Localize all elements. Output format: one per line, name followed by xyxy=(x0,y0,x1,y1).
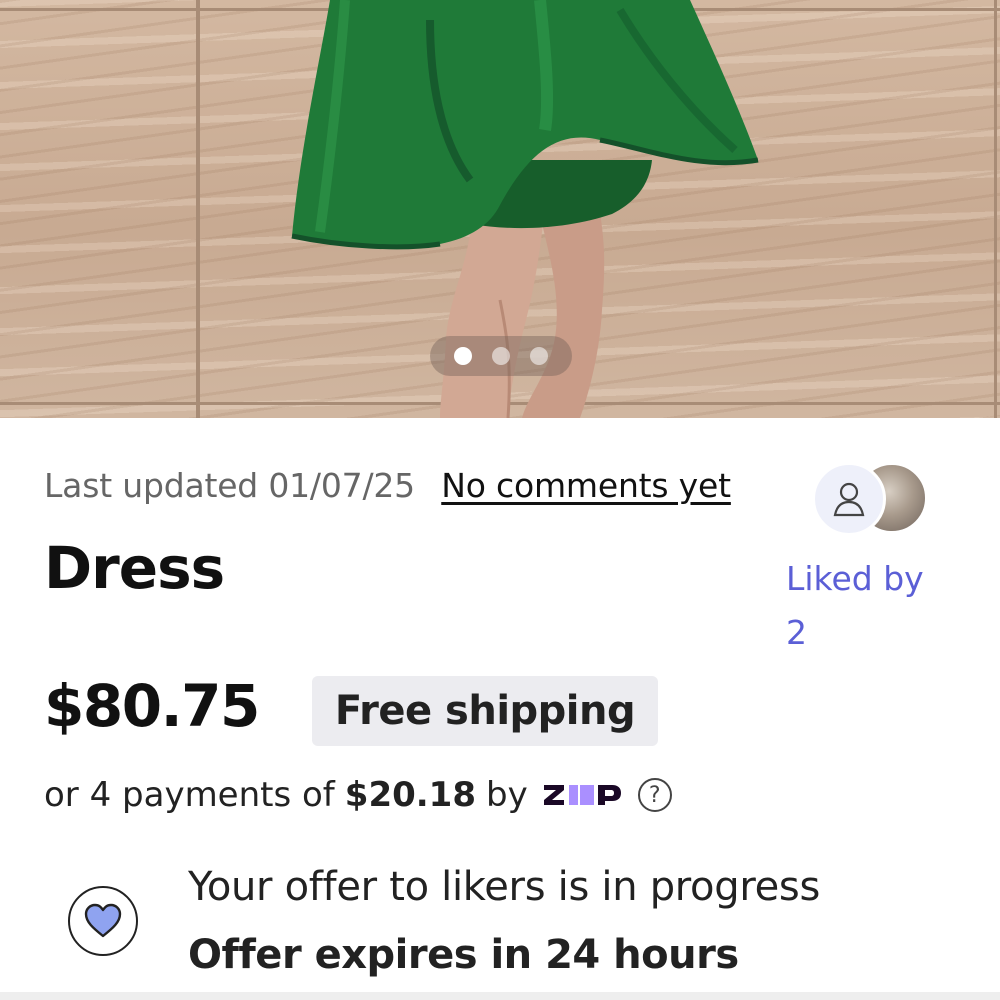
offer-status: Your offer to likers is in progress xyxy=(188,864,820,910)
product-photo[interactable] xyxy=(0,0,1000,418)
zip-logo xyxy=(543,785,621,805)
liked-by-label[interactable]: Liked by xyxy=(786,552,976,606)
offer-expiry: Offer expires in 24 hours xyxy=(188,932,739,978)
last-updated-text: Last updated 01/07/25 xyxy=(44,466,415,505)
free-shipping-badge: Free shipping xyxy=(312,676,658,746)
bottom-divider xyxy=(0,992,1000,1000)
comments-link[interactable]: No comments yet xyxy=(441,466,731,505)
carousel-dot-3[interactable] xyxy=(530,347,548,365)
carousel-dot-2[interactable] xyxy=(492,347,510,365)
payments-amount: $20.18 xyxy=(344,775,476,815)
liked-by-count[interactable]: 2 xyxy=(786,606,976,660)
carousel-dot-1[interactable] xyxy=(454,347,472,365)
user-icon xyxy=(833,482,865,517)
payments-suffix: by xyxy=(485,775,528,815)
listing-price: $80.75 xyxy=(44,672,260,740)
installment-info: or 4 payments of $20.18 by ? xyxy=(44,775,672,815)
question-circle-icon[interactable]: ? xyxy=(637,778,672,812)
heart-icon xyxy=(84,903,122,938)
payments-prefix: or 4 payments of xyxy=(44,775,335,815)
likers-avatars[interactable] xyxy=(812,462,932,536)
offer-heart-badge xyxy=(68,886,138,956)
carousel-indicator[interactable] xyxy=(430,336,572,376)
listing-title: Dress xyxy=(44,534,225,602)
listing-meta: Last updated 01/07/25 No comments yet xyxy=(44,466,731,505)
default-avatar[interactable] xyxy=(812,462,886,536)
liked-by-link[interactable]: Liked by 2 xyxy=(786,552,976,660)
